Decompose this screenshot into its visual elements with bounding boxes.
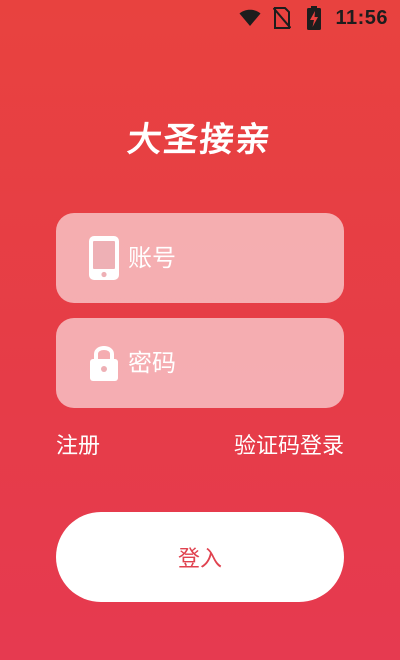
login-button[interactable]: 登入 xyxy=(56,512,344,602)
status-bar: 11:56 xyxy=(0,0,400,36)
no-sim-icon xyxy=(271,7,293,29)
status-time: 11:56 xyxy=(335,6,388,29)
password-input[interactable] xyxy=(128,349,318,377)
login-screen: 11:56 大圣接亲 注册 验证码登录 登入 xyxy=(0,0,400,660)
phone-icon xyxy=(82,234,126,282)
battery-charging-icon xyxy=(303,6,325,30)
account-input[interactable] xyxy=(128,244,318,272)
lock-icon xyxy=(82,339,126,387)
account-field[interactable] xyxy=(56,213,344,303)
password-field[interactable] xyxy=(56,318,344,408)
wifi-icon xyxy=(239,7,261,29)
register-link[interactable]: 注册 xyxy=(56,428,100,460)
app-title: 大圣接亲 xyxy=(125,120,274,160)
sms-login-link[interactable]: 验证码登录 xyxy=(234,428,344,460)
